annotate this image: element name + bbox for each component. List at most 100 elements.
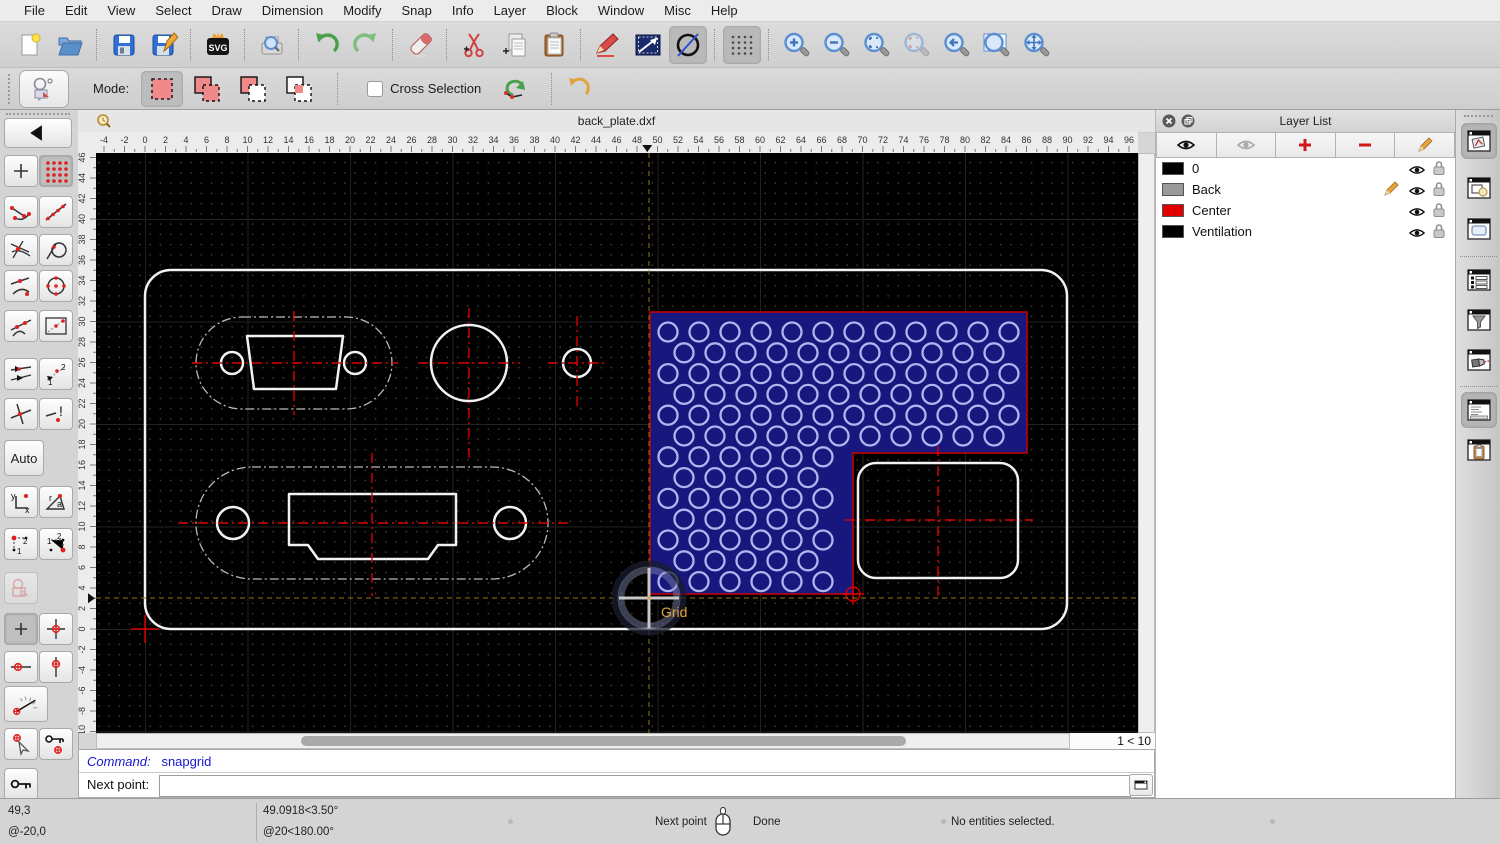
coordinate-polar-button[interactable]: ra [39, 486, 73, 518]
layer-lock-icon[interactable] [1431, 160, 1447, 176]
menu-help[interactable]: Help [701, 0, 748, 22]
snap-intersection-button[interactable] [4, 234, 38, 266]
snap-tangent-button[interactable] [39, 234, 73, 266]
menu-block[interactable]: Block [536, 0, 588, 22]
key-button[interactable] [4, 768, 38, 800]
menu-snap[interactable]: Snap [392, 0, 442, 22]
dock-entity-list-button[interactable] [1461, 262, 1497, 298]
print-preview-button[interactable] [253, 26, 291, 64]
restrict-orthogonal-button[interactable] [4, 398, 38, 430]
snap-on-entity-button[interactable] [39, 196, 73, 228]
add-layer-button[interactable] [1276, 132, 1336, 158]
copy-button[interactable] [495, 26, 533, 64]
show-all-layers-button[interactable] [1156, 132, 1217, 158]
layer-color-swatch[interactable] [1162, 204, 1184, 217]
zoom-pan-button[interactable] [1017, 26, 1055, 64]
lock-relzero-button[interactable] [39, 728, 73, 760]
svg-export-button[interactable]: SVG [199, 26, 237, 64]
snap-distance-button[interactable] [4, 310, 38, 342]
layer-lock-icon[interactable] [1431, 202, 1447, 218]
horizontal-scrollbar[interactable] [96, 733, 1070, 749]
selection-disabled-button[interactable] [4, 572, 38, 604]
layer-color-swatch[interactable] [1162, 225, 1184, 238]
dock-selection-filter-button[interactable] [1461, 302, 1497, 338]
detach-panel-icon[interactable] [1181, 114, 1195, 128]
snap-center-button[interactable] [39, 270, 73, 302]
mode-new-selection-button[interactable] [141, 70, 184, 107]
coordinate-cartesian-button[interactable]: yx [4, 486, 38, 518]
snap-free-button[interactable] [4, 155, 38, 187]
lock-cursor-button[interactable] [4, 728, 38, 760]
cross-selection-checkbox[interactable] [367, 80, 384, 97]
layer-lock-icon[interactable] [1431, 223, 1447, 239]
zoom-window-button[interactable] [977, 26, 1015, 64]
menu-layer[interactable]: Layer [484, 0, 537, 22]
pen-edit-button[interactable] [589, 26, 627, 64]
layer-visibility-icon[interactable] [1409, 204, 1425, 220]
grid-toggle-button[interactable] [723, 25, 761, 64]
menu-info[interactable]: Info [442, 0, 484, 22]
vertical-scrollbar[interactable] [1138, 153, 1155, 733]
snap-distance-points-button[interactable]: 12 [39, 358, 73, 390]
snap-middle-button[interactable] [4, 270, 38, 302]
menu-window[interactable]: Window [588, 0, 654, 22]
dock-library-browser-button[interactable] [1461, 211, 1497, 247]
line-tool-icon-button[interactable] [629, 26, 667, 64]
open-file-button[interactable] [51, 26, 89, 64]
relzero-vertical-button[interactable] [39, 651, 73, 683]
palette-back-button[interactable] [4, 118, 72, 148]
menu-view[interactable]: View [97, 0, 145, 22]
cut-button[interactable] [455, 26, 493, 64]
undo-selection-button[interactable] [560, 70, 598, 108]
zoom-auto-button[interactable] [857, 26, 895, 64]
undo-button[interactable] [307, 26, 345, 64]
deselect-button[interactable] [496, 70, 534, 108]
menu-select[interactable]: Select [145, 0, 201, 22]
horizontal-scrollbar-thumb[interactable] [301, 736, 906, 746]
mode-intersect-selection-button[interactable] [279, 71, 321, 107]
mode-subtract-selection-button[interactable] [233, 71, 275, 107]
command-window-toggle-button[interactable] [1129, 774, 1153, 796]
menu-edit[interactable]: Edit [55, 0, 97, 22]
layer-row-0[interactable]: 0 [1156, 158, 1455, 179]
paste-button[interactable] [535, 26, 573, 64]
layer-visibility-icon[interactable] [1409, 183, 1425, 199]
remove-layer-button[interactable] [1335, 132, 1396, 158]
menu-file[interactable]: File [14, 0, 55, 22]
new-file-button[interactable] [11, 26, 49, 64]
angle-gauge-button[interactable] [4, 686, 48, 722]
layer-row-center[interactable]: Center [1156, 200, 1455, 221]
layer-visibility-icon[interactable] [1409, 225, 1425, 241]
zoom-out-button[interactable] [817, 26, 855, 64]
edit-layer-button[interactable] [1395, 132, 1455, 158]
relzero-grid-button[interactable] [39, 613, 73, 645]
dock-clipboard-button[interactable] [1461, 432, 1497, 468]
zoom-back-button[interactable] [937, 26, 975, 64]
dock-block-list-button[interactable] [1461, 170, 1497, 206]
zoom-previous-button[interactable] [897, 26, 935, 64]
snap-auto-button[interactable]: Auto [4, 440, 44, 476]
selection-tools-button[interactable] [19, 69, 69, 108]
command-input[interactable] [159, 775, 1131, 797]
snap-endpoints-button[interactable] [4, 196, 38, 228]
save-button[interactable] [105, 26, 143, 64]
layer-row-ventilation[interactable]: Ventilation [1156, 221, 1455, 242]
dock-pen-palette-button[interactable] [1461, 342, 1497, 378]
hide-all-layers-button[interactable] [1216, 132, 1277, 158]
circle-tool-icon-button[interactable] [669, 25, 707, 64]
relative-coords-button[interactable]: 12 [4, 528, 38, 560]
layer-lock-icon[interactable] [1431, 181, 1447, 197]
dock-layer-list-button[interactable] [1461, 123, 1497, 159]
close-panel-icon[interactable] [1162, 114, 1176, 128]
menu-dimension[interactable]: Dimension [252, 0, 333, 22]
dock-command-line-button[interactable] [1461, 392, 1497, 428]
snap-grid-button[interactable] [39, 155, 73, 187]
absolute-coords-button[interactable]: 12 [39, 528, 73, 560]
mode-add-selection-button[interactable] [187, 71, 229, 107]
snap-manual-button[interactable] [4, 358, 38, 390]
zoom-in-button[interactable] [777, 26, 815, 64]
delete-eraser-button[interactable] [401, 26, 439, 64]
save-as-button[interactable] [145, 26, 183, 64]
drawing-canvas[interactable]: Grid [96, 153, 1138, 733]
menu-misc[interactable]: Misc [654, 0, 701, 22]
